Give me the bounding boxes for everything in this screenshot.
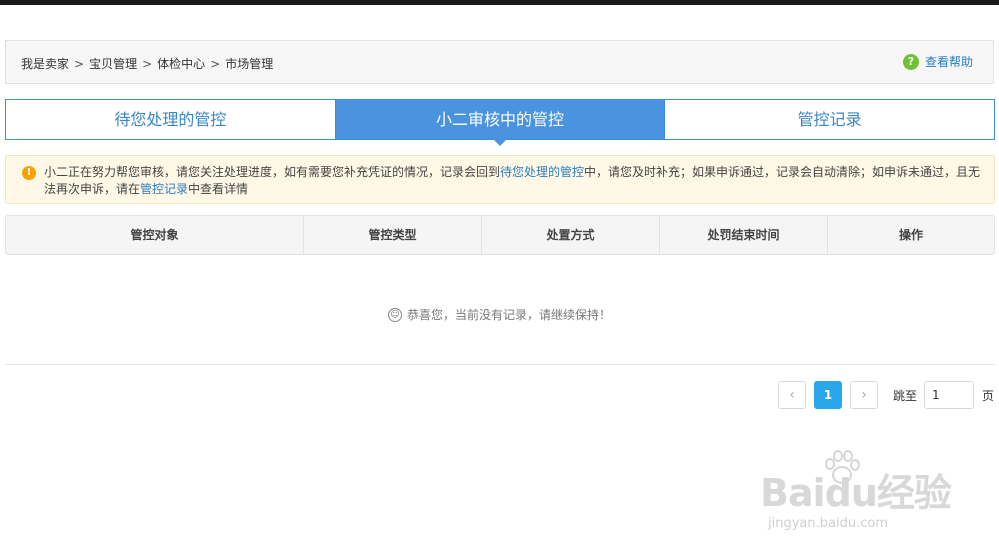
help-link[interactable]: ? 查看帮助 bbox=[902, 53, 973, 70]
breadcrumb-item-checkup[interactable]: 体检中心 bbox=[157, 57, 205, 71]
page-unit-label: 页 bbox=[982, 388, 995, 403]
control-tabs: 待您处理的管控 小二审核中的管控 管控记录 bbox=[5, 99, 995, 146]
column-header-target: 管控对象 bbox=[130, 228, 179, 242]
breadcrumb-item-seller[interactable]: 我是卖家 bbox=[21, 57, 69, 71]
window-top-bar bbox=[0, 0, 999, 5]
notice-link-pending[interactable]: 待您处理的管控 bbox=[500, 165, 584, 179]
breadcrumb: 我是卖家 > 宝贝管理 > 体检中心 > 市场管理 bbox=[21, 55, 277, 72]
tab-under-review-controls[interactable]: 小二审核中的管控 bbox=[334, 100, 665, 146]
tab-control-records[interactable]: 管控记录 bbox=[664, 100, 995, 139]
tab-pending-controls[interactable]: 待您处理的管控 bbox=[6, 100, 335, 139]
jump-label: 跳至 bbox=[893, 388, 918, 403]
breadcrumb-separator: > bbox=[142, 57, 153, 71]
breadcrumb-item-items[interactable]: 宝贝管理 bbox=[89, 57, 137, 71]
jump-page-input[interactable] bbox=[924, 381, 975, 409]
divider bbox=[5, 364, 995, 365]
notice-text-1: 小二正在努力帮您审核，请您关注处理进度，如有需要您补充凭证的情况，记录会回到 bbox=[44, 165, 501, 179]
page-button-current[interactable]: 1 bbox=[814, 381, 842, 409]
smile-icon: ☺ bbox=[387, 307, 402, 322]
watermark-url: jingyan.baidu.com bbox=[768, 516, 888, 531]
empty-state: ☺ 恭喜您，当前没有记录，请继续保持！ bbox=[0, 306, 999, 323]
column-header-end-time: 处罚结束时间 bbox=[659, 216, 827, 254]
column-header-type: 管控类型 bbox=[303, 216, 481, 254]
breadcrumb-separator: > bbox=[210, 57, 221, 71]
breadcrumb-item-market: 市场管理 bbox=[225, 57, 274, 71]
watermark-logo: Baidu经验 bbox=[760, 471, 952, 515]
table-header: 管控对象 管控类型 处置方式 处罚结束时间 操作 bbox=[5, 215, 995, 255]
question-circle-icon: ? bbox=[902, 53, 919, 70]
pagination: ‹ 1 › 跳至 页 bbox=[778, 381, 994, 409]
breadcrumb-separator: > bbox=[74, 57, 85, 71]
next-page-button[interactable]: › bbox=[850, 381, 878, 409]
help-label[interactable]: 查看帮助 bbox=[925, 53, 973, 70]
prev-page-button[interactable]: ‹ bbox=[778, 381, 806, 409]
notice-banner: ! 小二正在努力帮您审核，请您关注处理进度，如有需要您补充凭证的情况，记录会回到… bbox=[5, 155, 995, 204]
empty-state-text: 恭喜您，当前没有记录，请继续保持！ bbox=[406, 308, 611, 322]
breadcrumb-bar: 我是卖家 > 宝贝管理 > 体检中心 > 市场管理 ? 查看帮助 bbox=[5, 40, 994, 84]
column-header-method: 处置方式 bbox=[481, 216, 659, 254]
notice-text-3: 中查看详情 bbox=[188, 182, 249, 196]
baidu-jingyan-watermark: Baidu经验 jingyan.baidu.com bbox=[760, 448, 960, 538]
warning-circle-icon: ! bbox=[22, 166, 36, 180]
column-header-actions: 操作 bbox=[827, 216, 994, 254]
notice-link-records[interactable]: 管控记录 bbox=[140, 182, 188, 196]
